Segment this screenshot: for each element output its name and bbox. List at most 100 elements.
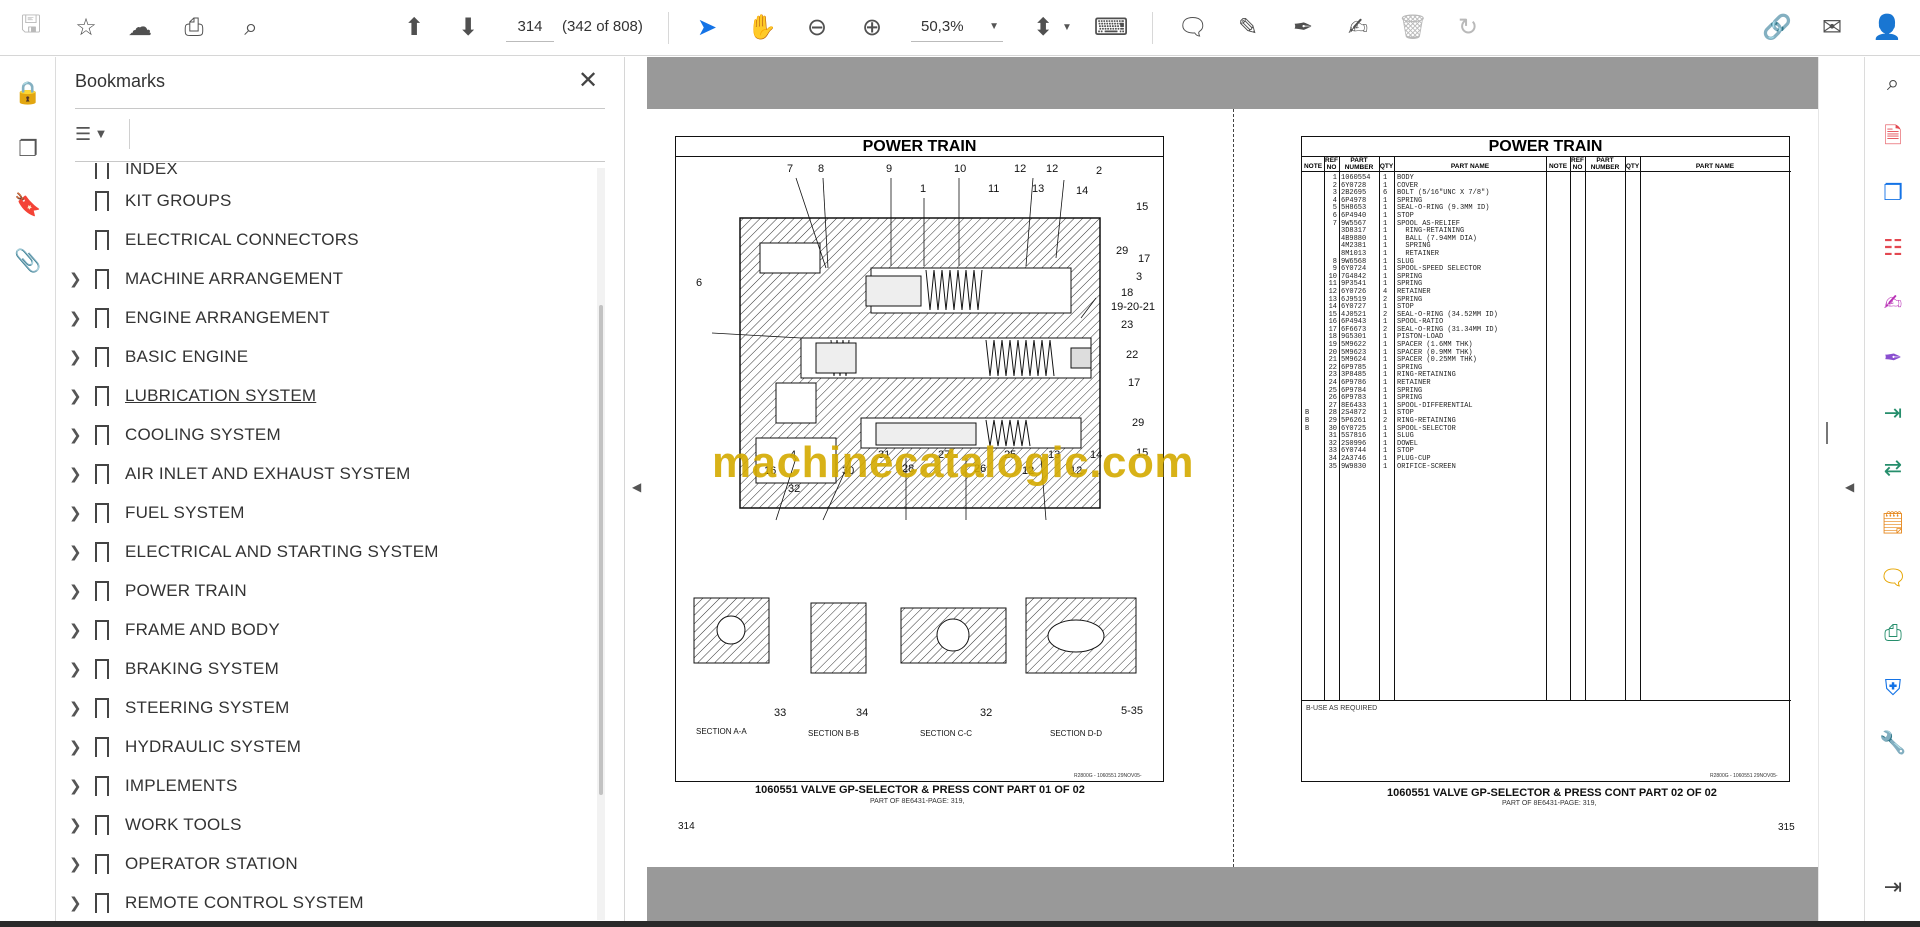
previous-page-icon[interactable]: ⬆ <box>397 10 431 44</box>
chevron-right-icon[interactable]: ❯ <box>69 777 83 795</box>
bookmark-item-engine-arrangement[interactable]: ❯ ENGINE ARRANGEMENT <box>57 300 597 336</box>
bookmark-icon <box>95 386 109 407</box>
chevron-right-icon[interactable]: ❯ <box>69 894 83 912</box>
zoom-in-icon[interactable]: ⊕ <box>855 10 889 44</box>
bookmark-item-cooling-system[interactable]: ❯ COOLING SYSTEM <box>57 417 597 453</box>
zoom-search-icon[interactable]: ⌕ <box>234 10 268 44</box>
bookmark-icon <box>95 163 109 180</box>
edit-pdf-icon[interactable]: ✍ <box>1341 10 1375 44</box>
combine-files-icon[interactable]: ❐ <box>1875 175 1911 211</box>
compare-files-icon[interactable]: ⇄ <box>1875 450 1911 486</box>
table-bottom-rule <box>1302 700 1791 701</box>
header-qty: QTY <box>1379 163 1394 170</box>
page-number-input[interactable] <box>506 12 554 42</box>
next-page-icon[interactable]: ⬇ <box>451 10 485 44</box>
bookmark-item-power-train[interactable]: ❯ POWER TRAIN <box>57 573 597 609</box>
bookmark-item-hydraulic-system[interactable]: ❯ HYDRAULIC SYSTEM <box>57 729 597 765</box>
star-icon[interactable]: ☆ <box>69 10 103 44</box>
share-link-icon[interactable]: 🔗 <box>1760 10 1794 44</box>
redo-icon[interactable]: ↻ <box>1451 10 1485 44</box>
scrolling-mode-icon[interactable]: ⌨ <box>1094 10 1129 44</box>
export-pdf-icon[interactable]: ⇥ <box>1875 395 1911 431</box>
left-page-number: 314 <box>678 821 695 832</box>
bookmark-item-machine-arrangement[interactable]: ❯ MACHINE ARRANGEMENT <box>57 261 597 297</box>
chevron-right-icon[interactable]: ❯ <box>69 270 83 288</box>
chevron-right-icon[interactable]: ❯ <box>69 816 83 834</box>
collapse-left-panel-icon[interactable]: ◀ <box>632 480 641 494</box>
bookmark-item-kit-groups[interactable]: KIT GROUPS <box>57 183 597 219</box>
chevron-down-icon: ▼ <box>989 21 999 32</box>
chevron-down-icon[interactable]: ▼ <box>1062 22 1072 33</box>
chevron-right-icon[interactable]: ❯ <box>69 465 83 483</box>
select-cursor-icon[interactable]: ➤ <box>690 10 724 44</box>
request-signature-icon[interactable]: ✍ <box>1875 285 1911 321</box>
hand-tool-icon[interactable]: ✋ <box>745 10 779 44</box>
attachments-icon[interactable]: 📎 <box>10 243 46 279</box>
callout: 13 <box>1032 183 1045 195</box>
bookmark-item-air-inlet-exhaust[interactable]: ❯ AIR INLET AND EXHAUST SYSTEM <box>57 456 597 492</box>
protect-icon[interactable]: ⛨ <box>1875 670 1911 706</box>
document-scrollbar-thumb[interactable] <box>1826 422 1828 444</box>
delete-icon[interactable]: 🗑 <box>1396 10 1430 44</box>
chevron-right-icon[interactable]: ❯ <box>69 699 83 717</box>
chevron-right-icon[interactable]: ❯ <box>69 621 83 639</box>
page-fit-icon[interactable]: ⬍ <box>1026 10 1060 44</box>
chevron-right-icon[interactable]: ❯ <box>69 855 83 873</box>
bookmarks-scrollbar-thumb[interactable] <box>599 305 603 795</box>
bookmark-options-button[interactable]: ☰ ▼ <box>75 119 121 149</box>
scan-ocr-icon[interactable]: 🗒 <box>1875 505 1911 541</box>
fill-sign-icon[interactable]: ✒ <box>1875 340 1911 376</box>
bookmark-item-work-tools[interactable]: ❯ WORK TOOLS <box>57 807 597 843</box>
bookmark-item-implements[interactable]: ❯ IMPLEMENTS <box>57 768 597 804</box>
zoom-out-icon[interactable]: ⊖ <box>800 10 834 44</box>
part-number-column: 1060554 6Y0728 2B2695 6P4978 5H8653 6P49… <box>1341 174 1371 471</box>
chevron-right-icon[interactable]: ❯ <box>69 504 83 522</box>
callout: 23 <box>1121 319 1134 331</box>
bookmark-item-basic-engine[interactable]: ❯ BASIC ENGINE <box>57 339 597 375</box>
bookmark-item-braking-system[interactable]: ❯ BRAKING SYSTEM <box>57 651 597 687</box>
highlight-icon[interactable]: ✎ <box>1231 10 1265 44</box>
page-thumbnails-icon[interactable]: ❐ <box>10 131 46 167</box>
email-icon[interactable]: ✉ <box>1815 10 1849 44</box>
save-icon[interactable]: 🖫 <box>14 10 48 44</box>
comment-icon[interactable]: 🗨 <box>1176 10 1210 44</box>
sign-icon[interactable]: ✒ <box>1286 10 1320 44</box>
bookmark-item-lubrication-system[interactable]: ❯ LUBRICATION SYSTEM <box>57 378 597 414</box>
bookmark-label: COOLING SYSTEM <box>125 425 281 444</box>
bookmarks-icon[interactable]: 🔖 <box>10 187 46 223</box>
close-icon[interactable]: ✕ <box>573 65 603 95</box>
expand-panel-icon[interactable]: ⇥ <box>1875 869 1911 905</box>
bookmark-item-fuel-system[interactable]: ❯ FUEL SYSTEM <box>57 495 597 531</box>
more-tools-icon[interactable]: 🔧 <box>1875 725 1911 761</box>
organize-pages-icon[interactable]: ☷ <box>1875 230 1911 266</box>
zoom-search-icon[interactable]: ⌕ <box>1875 65 1911 101</box>
chevron-right-icon[interactable]: ❯ <box>69 738 83 756</box>
cloud-upload-icon[interactable]: ☁ <box>123 10 157 44</box>
lock-icon[interactable]: 🔒 <box>10 75 46 111</box>
bookmark-icon <box>95 620 109 641</box>
zoom-level-select[interactable]: 50,3% ▼ <box>911 12 1003 42</box>
bookmark-item-electrical-starting[interactable]: ❯ ELECTRICAL AND STARTING SYSTEM <box>57 534 597 570</box>
chevron-right-icon[interactable]: ❯ <box>69 426 83 444</box>
add-user-icon[interactable]: 👤 <box>1870 10 1904 44</box>
chevron-right-icon[interactable]: ❯ <box>69 543 83 561</box>
bookmark-item-electrical-connectors[interactable]: ELECTRICAL CONNECTORS <box>57 222 597 258</box>
print-production-icon[interactable]: ⎙ <box>1875 615 1911 651</box>
bookmark-label: OPERATOR STATION <box>125 854 298 873</box>
print-icon[interactable]: ⎙ <box>177 10 211 44</box>
create-pdf-icon[interactable]: 🗎 <box>1875 120 1911 156</box>
bookmark-item-remote-control[interactable]: ❯ REMOTE CONTROL SYSTEM <box>57 885 597 921</box>
bookmark-label: ELECTRICAL AND STARTING SYSTEM <box>125 542 439 561</box>
bookmark-item-frame-body[interactable]: ❯ FRAME AND BODY <box>57 612 597 648</box>
bookmark-item-steering-system[interactable]: ❯ STEERING SYSTEM <box>57 690 597 726</box>
chevron-right-icon[interactable]: ❯ <box>69 660 83 678</box>
chevron-right-icon[interactable]: ❯ <box>69 387 83 405</box>
document-scrollbar[interactable] <box>1818 57 1834 923</box>
comment-icon[interactable]: 🗨 <box>1875 560 1911 596</box>
chevron-right-icon[interactable]: ❯ <box>69 309 83 327</box>
chevron-right-icon[interactable]: ❯ <box>69 348 83 366</box>
column-rule <box>1585 157 1586 700</box>
bookmark-item-operator-station[interactable]: ❯ OPERATOR STATION <box>57 846 597 882</box>
collapse-right-panel-icon[interactable]: ◀ <box>1845 480 1854 494</box>
chevron-right-icon[interactable]: ❯ <box>69 582 83 600</box>
